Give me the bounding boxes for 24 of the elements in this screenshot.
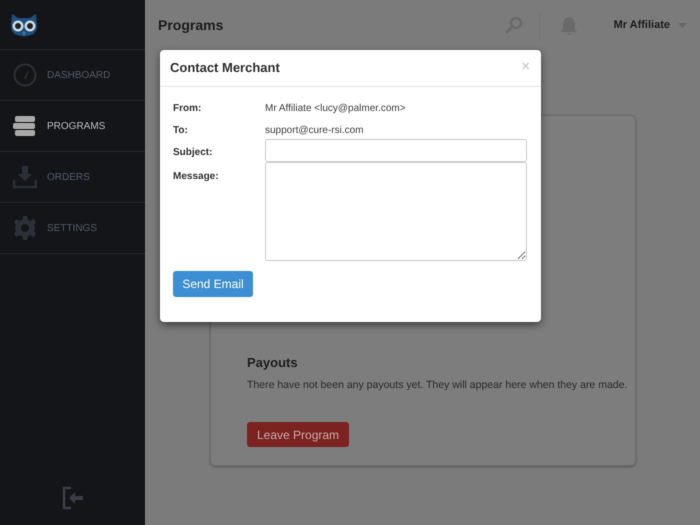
gear-icon [13,216,37,240]
leave-program-button[interactable]: Leave Program [247,422,350,448]
stack-icon [13,115,37,137]
close-button[interactable]: × [521,58,530,74]
field-value: Mr Affiliate <lucy@palmer.com> [265,102,406,116]
send-email-button[interactable]: Send Email [173,271,253,297]
payouts-text: There have not been any payouts yet. They will appear here when they are made. [247,378,628,392]
gauge-icon [13,63,37,87]
page-title: Programs [158,16,224,35]
message-input[interactable] [265,162,527,261]
field-label: Message: [173,170,220,184]
user-menu[interactable]: Mr Affiliate [614,16,687,34]
field-label: Subject: [173,146,214,160]
download-icon [13,165,37,189]
logout-icon[interactable] [60,486,84,510]
sidebar-item[interactable]: SETTINGS [0,203,145,254]
field-label: From: [173,102,202,116]
payouts-heading: Payouts [247,354,299,372]
subject-input[interactable] [265,139,527,162]
field-label: To: [173,124,189,138]
owl-logo-icon [9,12,39,38]
sidebar-item[interactable]: PROGRAMS [0,101,145,152]
field-value: support@cure-rsi.com [265,124,364,138]
dialog-title: Contact Merchant [170,59,280,78]
